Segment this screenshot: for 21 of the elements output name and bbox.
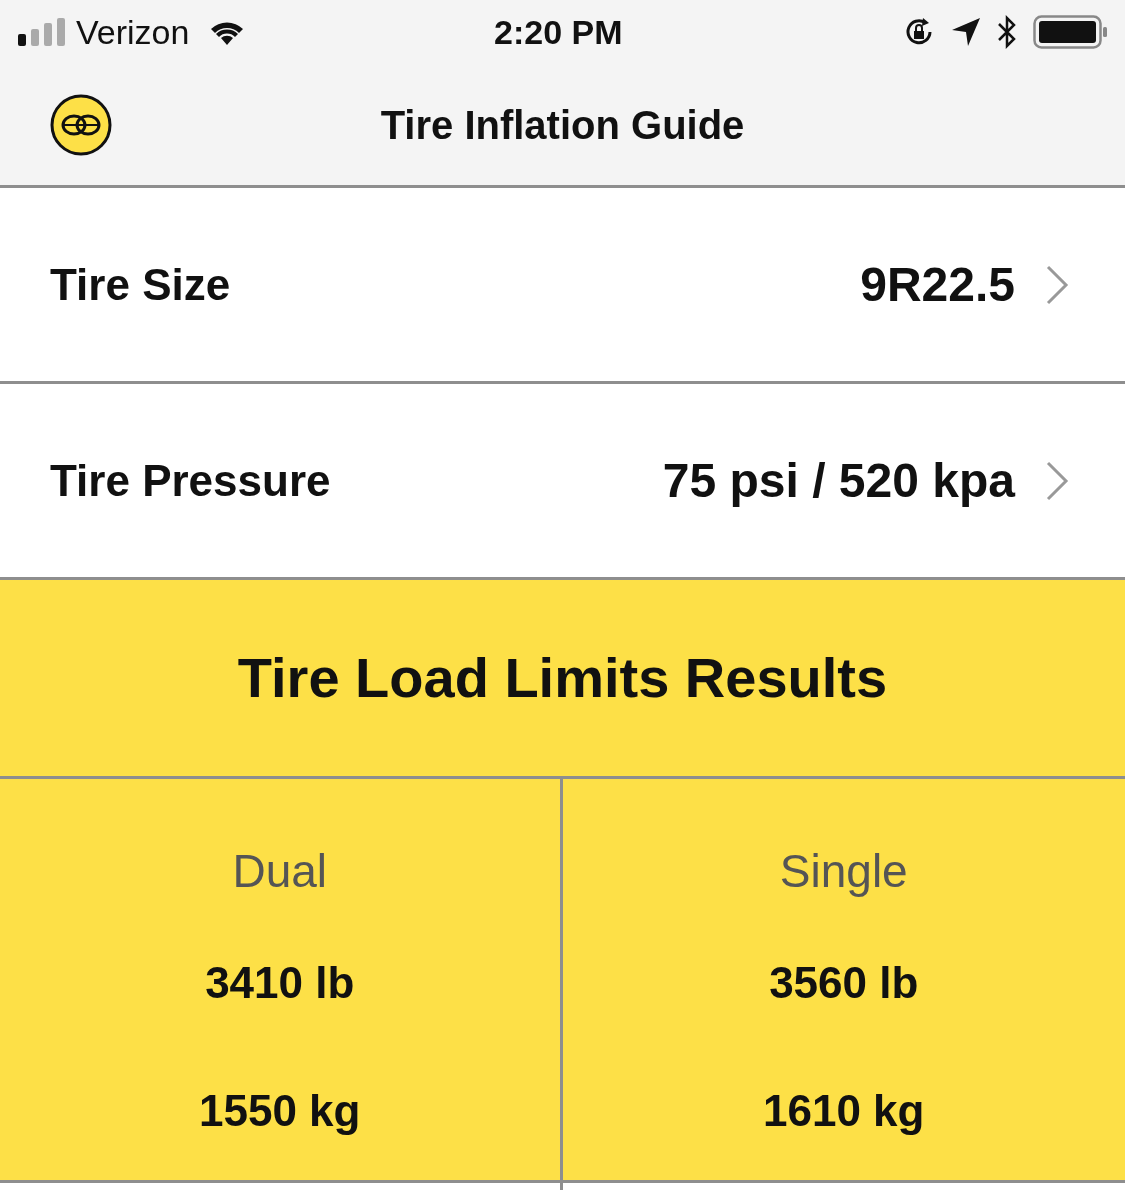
result-value: 3410 lb bbox=[205, 957, 355, 1009]
location-icon bbox=[951, 17, 981, 47]
result-value: 3560 lb bbox=[769, 957, 919, 1009]
carrier-name: Verizon bbox=[76, 11, 190, 53]
result-value: 1610 kg bbox=[763, 1085, 925, 1137]
signal-icon bbox=[18, 18, 66, 46]
bluetooth-icon bbox=[997, 15, 1017, 49]
column-heading: Dual bbox=[232, 844, 328, 899]
row-value: 9R22.5 bbox=[860, 256, 1015, 313]
column-heading: Single bbox=[779, 844, 908, 899]
clock-time: 2:20 PM bbox=[494, 11, 623, 53]
chevron-icon bbox=[1045, 459, 1069, 502]
screen-title: Tire Inflation Guide bbox=[380, 101, 745, 149]
results-heading: Tire Load Limits Results bbox=[237, 645, 888, 711]
row-value: 75 psi / 520 kpa bbox=[662, 452, 1015, 509]
row-label: Tire Size bbox=[50, 258, 231, 311]
chevron-icon bbox=[1045, 263, 1069, 306]
battery-icon bbox=[1033, 15, 1107, 49]
result-value: 1550 kg bbox=[199, 1085, 361, 1137]
logo-icon[interactable] bbox=[50, 93, 112, 156]
row-label: Tire Pressure bbox=[50, 454, 331, 507]
